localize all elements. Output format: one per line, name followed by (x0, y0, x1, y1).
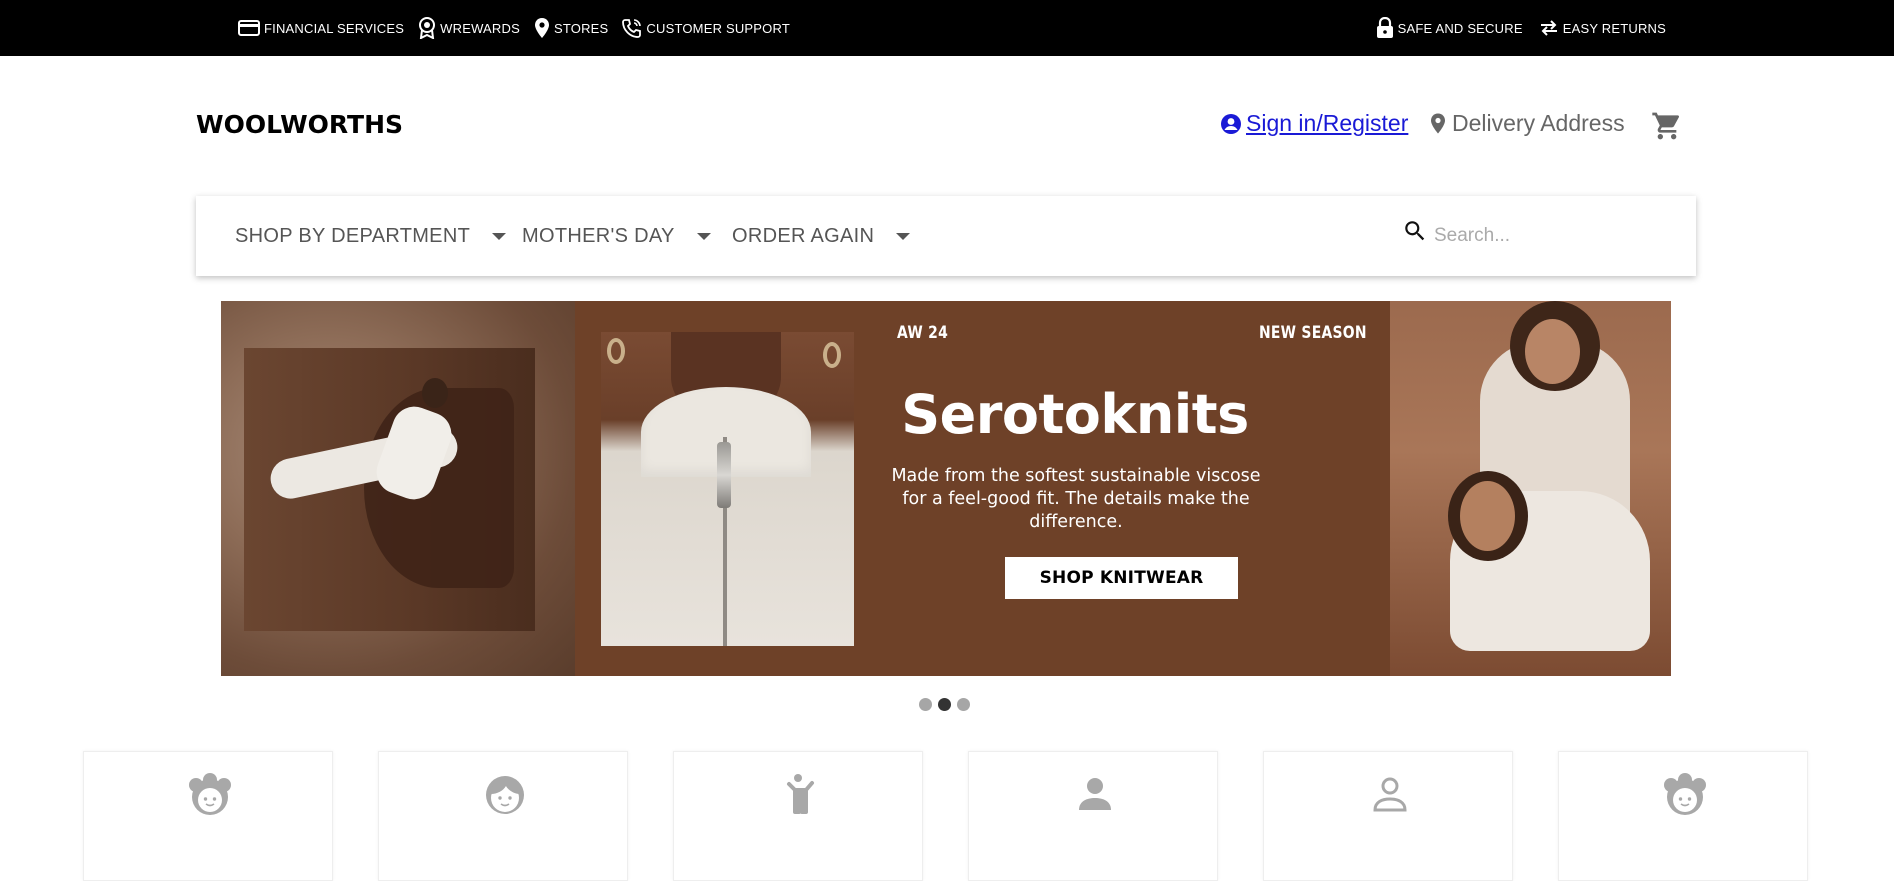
nav-order-again-label: ORDER AGAIN (732, 224, 875, 247)
main-navigation: SHOP BY DEPARTMENT MOTHER'S DAY ORDER AG… (196, 196, 1696, 276)
caret-down-icon (492, 232, 507, 240)
wrewards-link[interactable]: WREWARDS (418, 17, 520, 39)
banner-photo-zip-neck-knit (601, 332, 854, 646)
category-card[interactable] (968, 751, 1218, 881)
carousel-dot-2[interactable] (938, 698, 951, 711)
caret-down-icon (696, 232, 711, 240)
account-circle-icon (1221, 113, 1241, 134)
stores-label: STORES (553, 20, 609, 36)
banner-headline: Serotoknits (901, 383, 1249, 446)
rewards-badge-icon (419, 17, 436, 39)
shopping-cart-icon (1652, 112, 1680, 140)
easy-returns-label: EASY RETURNS (1562, 20, 1666, 36)
utility-links-right: SAFE AND SECURE EASY RETURNS (1376, 0, 1666, 56)
financial-services-link[interactable]: FINANCIAL SERVICES (238, 19, 404, 37)
search-icon[interactable] (1402, 218, 1428, 244)
nav-order-again[interactable]: ORDER AGAIN (732, 196, 911, 276)
safe-secure-link[interactable]: SAFE AND SECURE (1376, 17, 1523, 39)
delivery-address-button[interactable]: Delivery Address (1430, 110, 1625, 137)
carousel-dot-1[interactable] (919, 698, 932, 711)
shop-knitwear-button[interactable]: SHOP KNITWEAR (1005, 557, 1238, 599)
nav-shop-by-department-label: SHOP BY DEPARTMENT (235, 224, 471, 247)
utility-links-left: FINANCIAL SERVICES WREWARDS STORES CUSTO… (238, 0, 790, 56)
nav-mothers-day[interactable]: MOTHER'S DAY (522, 196, 711, 276)
location-pin-icon (534, 18, 549, 38)
category-card[interactable] (1263, 751, 1513, 881)
category-card[interactable] (1558, 751, 1808, 881)
banner-tag-new-season: NEW SEASON (1259, 323, 1367, 343)
girl-face-icon (1664, 773, 1706, 815)
swap-arrows-icon (1540, 20, 1557, 36)
sign-in-register-link[interactable]: Sign in/Register (1220, 110, 1408, 137)
girl-face-icon (189, 773, 231, 815)
phone-support-icon (622, 19, 642, 38)
banner-photo-lounging-model (221, 301, 575, 676)
nav-shop-by-department[interactable]: SHOP BY DEPARTMENT (235, 196, 507, 276)
location-pin-icon (1431, 113, 1445, 134)
customer-support-link[interactable]: CUSTOMER SUPPORT (622, 18, 790, 38)
hero-banner[interactable]: AW 24 NEW SEASON Serotoknits Made from t… (221, 301, 1671, 676)
category-card[interactable] (378, 751, 628, 881)
wrewards-label: WREWARDS (440, 20, 520, 36)
lock-icon (1376, 17, 1393, 38)
caret-down-icon (896, 232, 911, 240)
customer-support-label: CUSTOMER SUPPORT (646, 20, 790, 36)
category-card[interactable] (673, 751, 923, 881)
woman-icon (1373, 777, 1407, 812)
woolworths-logo[interactable]: WOOLWORTHS (196, 110, 403, 139)
search-box (1402, 216, 1682, 256)
category-card[interactable] (83, 751, 333, 881)
banner-photo-two-models (1390, 301, 1671, 676)
utility-bar: FINANCIAL SERVICES WREWARDS STORES CUSTO… (0, 0, 1894, 56)
child-icon (787, 774, 814, 814)
search-input[interactable] (1434, 225, 1654, 247)
sign-in-register-label: Sign in/Register (1246, 110, 1409, 136)
delivery-address-label: Delivery Address (1452, 110, 1625, 136)
easy-returns-link[interactable]: EASY RETURNS (1539, 20, 1666, 36)
carousel-dot-3[interactable] (957, 698, 970, 711)
man-icon (1079, 778, 1111, 810)
stores-link[interactable]: STORES (534, 17, 608, 39)
carousel-pagination (919, 698, 970, 711)
credit-card-icon (238, 20, 260, 36)
financial-services-label: FINANCIAL SERVICES (264, 20, 405, 36)
boy-face-icon (486, 776, 524, 814)
safe-secure-label: SAFE AND SECURE (1397, 20, 1523, 36)
banner-tag-season-code: AW 24 (897, 323, 949, 343)
nav-mothers-day-label: MOTHER'S DAY (522, 224, 675, 247)
cart-button[interactable] (1650, 110, 1684, 147)
banner-subtext: Made from the softest sustainable viscos… (891, 466, 1261, 532)
